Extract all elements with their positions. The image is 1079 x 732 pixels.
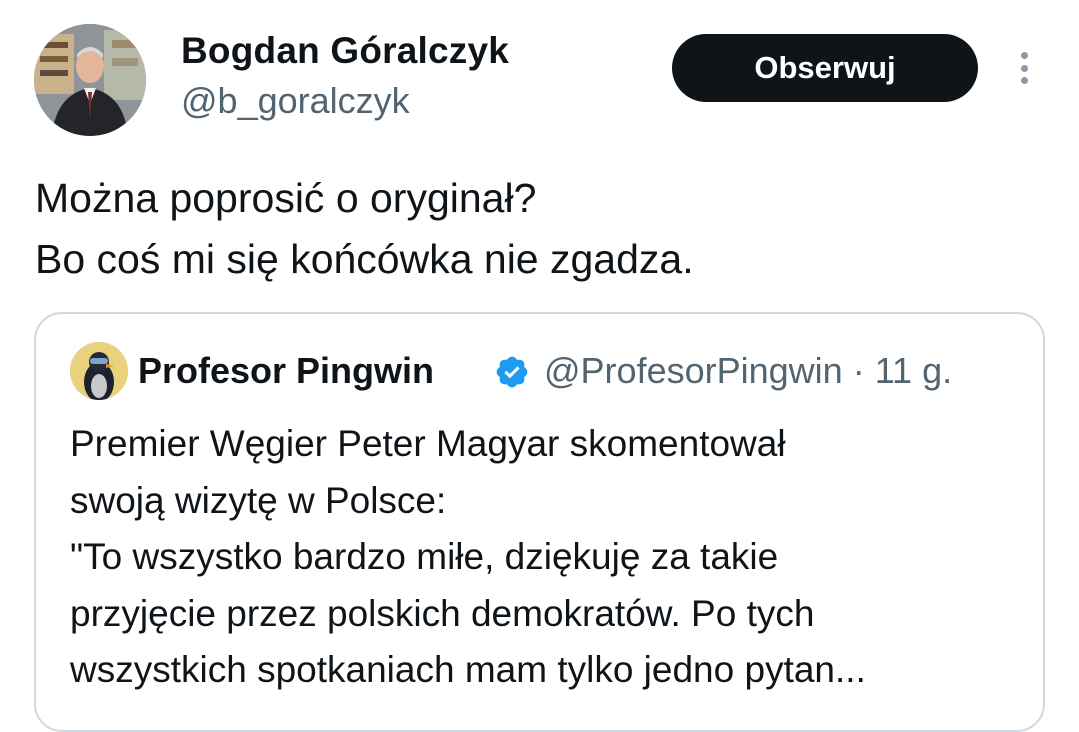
tweet-text: Można poprosić o oryginał? Bo coś mi się…: [35, 168, 1045, 290]
more-vertical-icon[interactable]: [1004, 46, 1044, 90]
quoted-text-line: swoją wizytę w Polsce:: [70, 479, 447, 521]
quoted-text-line: Premier Węgier Peter Magyar skomentował: [70, 423, 786, 464]
verified-badge-icon: [496, 356, 528, 388]
quoted-author-avatar[interactable]: [70, 342, 128, 400]
quoted-tweet-time[interactable]: 11 g.: [875, 350, 952, 391]
author-avatar-image: [34, 24, 146, 136]
quoted-author-avatar-image: [70, 342, 128, 400]
quoted-author-name[interactable]: Profesor Pingwin: [138, 350, 434, 392]
author-avatar[interactable]: [34, 24, 146, 136]
follow-button[interactable]: Obserwuj: [672, 34, 978, 102]
more-dot: [1020, 77, 1028, 84]
tweet-text-line: Bo coś mi się końcówka nie zgadza.: [35, 236, 694, 282]
author-name[interactable]: Bogdan Góralczyk: [181, 30, 509, 72]
quoted-author-meta: @ProfesorPingwin · 11 g.: [544, 350, 952, 392]
quoted-tweet-card[interactable]: Profesor Pingwin @ProfesorPingwin · 11 g…: [34, 312, 1045, 732]
author-handle[interactable]: @b_goralczyk: [181, 80, 410, 122]
meta-separator: ·: [852, 350, 865, 391]
more-dot: [1020, 52, 1028, 59]
quoted-text-line: przyjęcie przez polskich demokratów. Po …: [70, 592, 815, 634]
tweet-text-line: Można poprosić o oryginał?: [35, 175, 537, 221]
quoted-tweet-text: Premier Węgier Peter Magyar skomentował …: [70, 416, 1030, 699]
quoted-author-handle[interactable]: @ProfesorPingwin: [544, 350, 843, 391]
quoted-text-line: "To wszystko bardzo miłe, dziękuję za ta…: [70, 536, 779, 577]
quoted-text-line: wszystkich spotkaniach mam tylko jedno p…: [70, 649, 866, 690]
more-dot: [1020, 64, 1028, 72]
